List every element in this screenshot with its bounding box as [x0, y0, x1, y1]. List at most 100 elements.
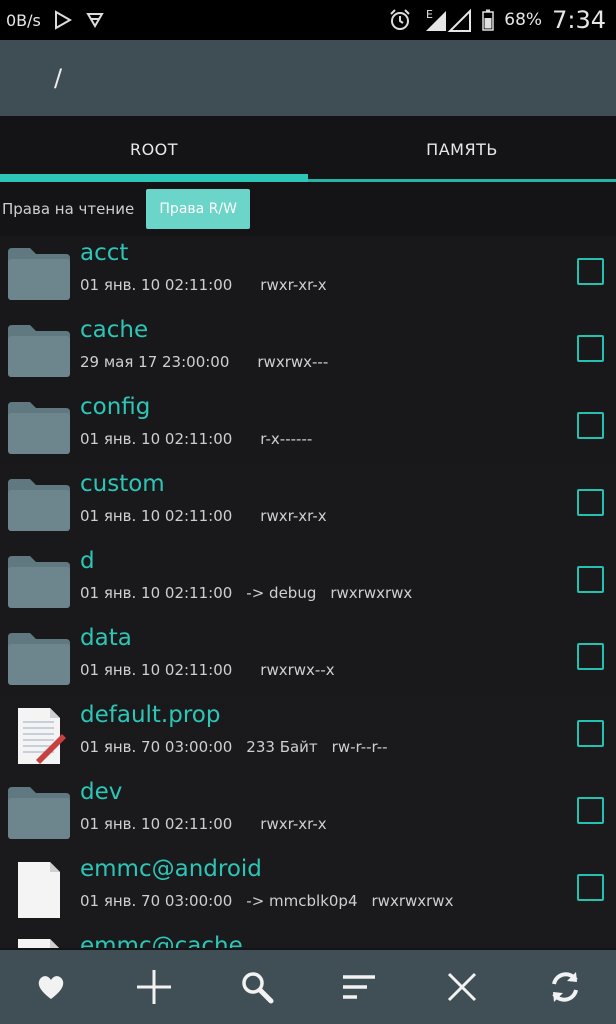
file-row[interactable]: dev 01 янв. 10 02:11:00 rwxr-xr-x: [0, 775, 616, 852]
status-right: E 68% 7:34: [388, 6, 616, 34]
file-perms: rwxr-xr-x: [260, 815, 327, 833]
file-meta: 01 янв. 10 02:11:00 -> debug rwxrwxrwx: [80, 584, 426, 602]
folder-icon: [8, 787, 70, 839]
file-date: 29 мая 17 23:00:00: [80, 353, 230, 371]
rw-permissions-button[interactable]: Права R/W: [146, 189, 251, 229]
file-perms: rwxr-xr-x: [260, 276, 327, 294]
tab-memory-label: ПАМЯТЬ: [426, 139, 498, 159]
file-meta: 29 мая 17 23:00:00 rwxrwx---: [80, 353, 342, 371]
battery-icon: [482, 9, 495, 31]
file-date: 01 янв. 10 02:11:00: [80, 815, 233, 833]
file-perms: rwxrwxrwx: [371, 892, 454, 910]
tab-memory[interactable]: ПАМЯТЬ: [308, 116, 616, 182]
file-name: dev: [80, 779, 123, 805]
file-name: data: [80, 625, 132, 651]
file-name: emmc@cache: [80, 933, 243, 948]
refresh-button[interactable]: [537, 959, 593, 1015]
select-checkbox[interactable]: [577, 874, 604, 901]
select-checkbox[interactable]: [577, 643, 604, 670]
status-bar: 0B/s E 68% 7:34: [0, 0, 616, 40]
file-meta: 01 янв. 10 02:11:00 rwxr-xr-x: [80, 276, 341, 294]
file-date: 01 янв. 70 03:00:00: [80, 892, 233, 910]
file-link: -> mmcblk0p4: [246, 892, 358, 910]
file-date: 01 янв. 10 02:11:00: [80, 661, 233, 679]
file-name: emmc@android: [80, 856, 262, 882]
file-list[interactable]: acct 01 янв. 10 02:11:00 rwxr-xr-x cache 29 …: [0, 236, 616, 948]
file-perms: rwxrwx--x: [260, 661, 335, 679]
tab-bar: ROOT ПАМЯТЬ: [0, 116, 616, 182]
file-icon: [18, 862, 60, 918]
net-speed: 0B/s: [6, 10, 41, 30]
search-icon: [241, 972, 274, 1004]
tab-indicator: [308, 179, 616, 182]
file-row[interactable]: cache 29 мая 17 23:00:00 rwxrwx---: [0, 313, 616, 390]
folder-icon: [8, 248, 70, 300]
add-button[interactable]: [126, 959, 182, 1015]
select-checkbox[interactable]: [577, 720, 604, 747]
folder-icon: [8, 402, 70, 454]
file-name: acct: [80, 240, 129, 266]
select-checkbox[interactable]: [577, 258, 604, 285]
select-checkbox[interactable]: [577, 412, 604, 439]
file-name: config: [80, 394, 151, 420]
file-name: d: [80, 548, 95, 574]
current-path[interactable]: /: [54, 64, 62, 92]
file-row[interactable]: emmc@cache: [0, 929, 616, 948]
status-left: 0B/s: [0, 10, 105, 30]
close-icon: [447, 972, 477, 1002]
file-meta: 01 янв. 10 02:11:00 rwxr-xr-x: [80, 507, 341, 525]
tab-root[interactable]: ROOT: [0, 116, 308, 182]
add-plus-icon: [136, 970, 171, 1004]
file-icon: [18, 939, 59, 948]
cast-icon: [86, 13, 104, 28]
file-row[interactable]: acct 01 янв. 10 02:11:00 rwxr-xr-x: [0, 236, 616, 313]
text-file-icon: [18, 708, 66, 764]
tab-root-label: ROOT: [129, 139, 179, 159]
select-checkbox[interactable]: [577, 489, 604, 516]
file-date: 01 янв. 10 02:11:00: [80, 584, 233, 602]
bottom-toolbar: [0, 950, 616, 1024]
file-meta: 01 янв. 10 02:11:00 r-x------: [80, 430, 326, 448]
sort-button[interactable]: [331, 959, 387, 1015]
search-button[interactable]: [229, 959, 285, 1015]
file-meta: 01 янв. 70 03:00:00 -> mmcblk0p4 rwxrwxrwx: [80, 892, 467, 910]
file-meta: 01 янв. 10 02:11:00 rwxr-xr-x: [80, 815, 341, 833]
folder-icon: [8, 325, 70, 377]
favorites-button[interactable]: [23, 959, 79, 1015]
file-row[interactable]: default.prop 01 янв. 70 03:00:00 233 Байт r…: [0, 698, 616, 775]
file-row[interactable]: emmc@android 01 янв. 70 03:00:00 -> mmcblk…: [0, 852, 616, 929]
signal-icon: E: [426, 8, 472, 32]
file-date: 01 янв. 10 02:11:00: [80, 430, 233, 448]
close-button[interactable]: [434, 959, 490, 1015]
refresh-icon: [551, 972, 578, 1002]
clock: 7:34: [552, 6, 606, 34]
file-perms: rwxrwxrwx: [330, 584, 413, 602]
path-header: /: [0, 40, 616, 116]
file-row[interactable]: data 01 янв. 10 02:11:00 rwxrwx--x: [0, 621, 616, 698]
sort-icon: [343, 975, 376, 999]
folder-icon: [8, 556, 70, 608]
file-link: 233 Байт: [246, 738, 318, 756]
file-link: -> debug: [246, 584, 317, 602]
file-perms: rw-r--r--: [331, 738, 388, 756]
svg-text:E: E: [426, 8, 433, 21]
select-checkbox[interactable]: [577, 797, 604, 824]
tab-indicator: [0, 174, 308, 182]
file-date: 01 янв. 10 02:11:00: [80, 507, 233, 525]
file-name: cache: [80, 317, 149, 343]
file-name: default.prop: [80, 702, 221, 728]
file-row[interactable]: config 01 янв. 10 02:11:00 r-x------: [0, 390, 616, 467]
file-meta: 01 янв. 10 02:11:00 rwxrwx--x: [80, 661, 349, 679]
read-permissions-label[interactable]: Права на чтение: [2, 200, 134, 218]
file-row[interactable]: custom 01 янв. 10 02:11:00 rwxr-xr-x: [0, 467, 616, 544]
select-checkbox[interactable]: [577, 335, 604, 362]
file-date: 01 янв. 70 03:00:00: [80, 738, 233, 756]
select-checkbox[interactable]: [577, 566, 604, 593]
folder-icon: [8, 633, 70, 685]
file-perms: rwxrwx---: [257, 353, 329, 371]
battery-percent: 68%: [504, 10, 543, 30]
file-name: custom: [80, 471, 165, 497]
file-perms: rwxr-xr-x: [260, 507, 327, 525]
file-row[interactable]: d 01 янв. 10 02:11:00 -> debug rwxrwxrwx: [0, 544, 616, 621]
file-meta: 01 янв. 70 03:00:00 233 Байт rw-r--r--: [80, 738, 402, 756]
